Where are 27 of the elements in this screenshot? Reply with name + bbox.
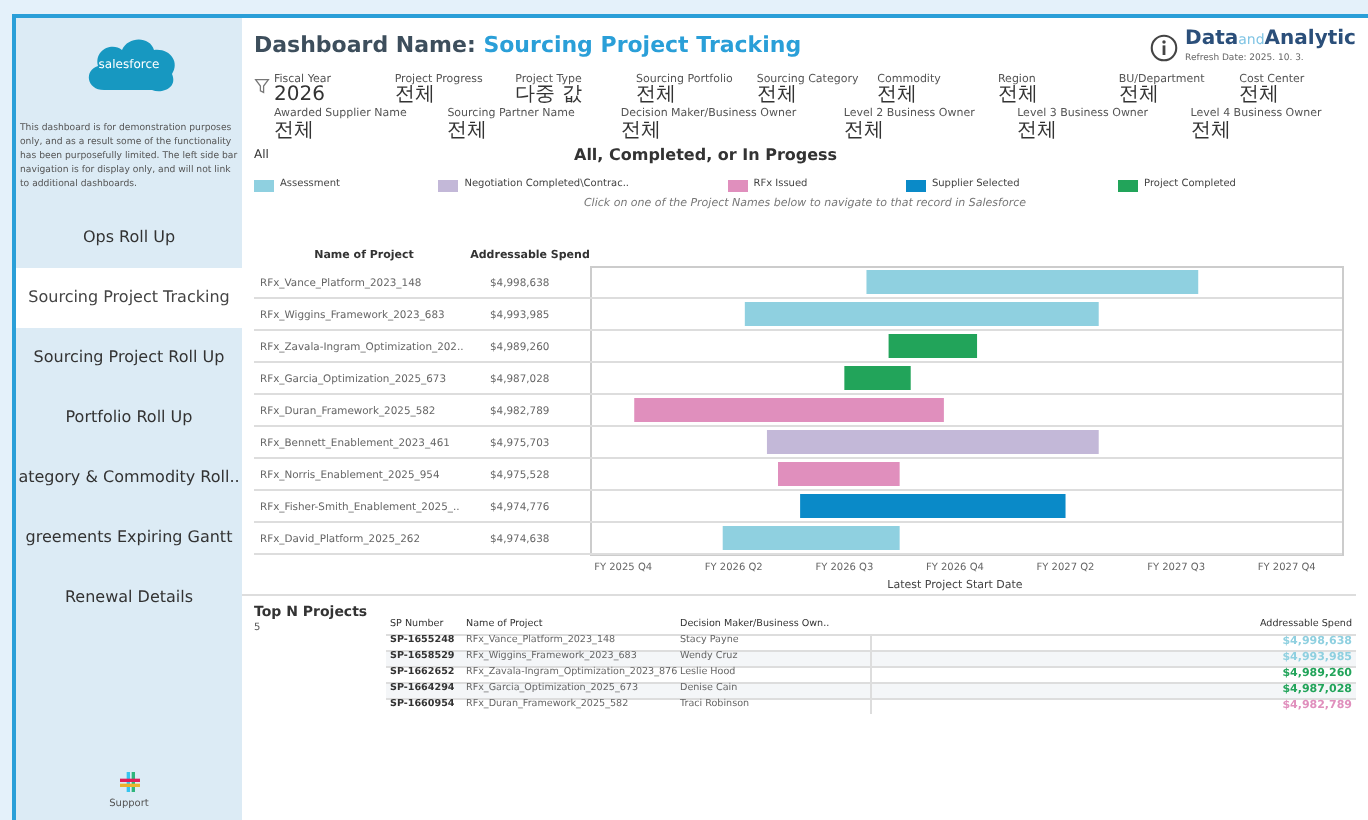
filter-value[interactable]: 전체 xyxy=(394,86,512,107)
info-icon[interactable] xyxy=(1149,34,1178,62)
filter-value[interactable]: 다중 값 xyxy=(515,86,632,107)
filter-value[interactable]: 전체 xyxy=(756,86,874,107)
nav-item[interactable]: Ops Roll Up xyxy=(16,208,242,268)
nav-item[interactable]: greements Expiring Gantt xyxy=(16,508,242,568)
filter-value[interactable]: 전체 xyxy=(1190,121,1356,142)
filter-value[interactable]: 전체 xyxy=(1239,86,1356,107)
filter-value[interactable]: 전체 xyxy=(447,121,613,142)
filter-value[interactable]: 전체 xyxy=(997,86,1115,107)
filter-value[interactable]: 2026 xyxy=(274,86,391,107)
filter-value[interactable]: 전체 xyxy=(877,86,994,107)
filter-value[interactable]: 전체 xyxy=(274,121,440,142)
filter-value[interactable]: 전체 xyxy=(635,86,753,107)
nav-item[interactable]: Renewal Details xyxy=(16,568,242,628)
nav-item[interactable]: Sourcing Project Tracking xyxy=(16,268,242,328)
filter-value[interactable]: 전체 xyxy=(1118,86,1236,107)
filter-value[interactable]: 전체 xyxy=(1017,121,1183,142)
hash-icon[interactable] xyxy=(119,771,139,791)
dashboard-title: Dashboard Name: Sourcing Project Tracking xyxy=(254,30,802,62)
nav-item[interactable]: ategory & Commodity Roll.. xyxy=(16,448,242,508)
filter-icon[interactable] xyxy=(254,77,270,94)
nav-item[interactable]: Portfolio Roll Up xyxy=(16,388,242,448)
chart-title: All, Completed, or In Progess xyxy=(574,143,838,168)
filter-value[interactable]: 전체 xyxy=(843,121,1010,142)
nav-item[interactable]: Sourcing Project Roll Up xyxy=(16,328,242,388)
filter-value[interactable]: 전체 xyxy=(620,121,836,142)
